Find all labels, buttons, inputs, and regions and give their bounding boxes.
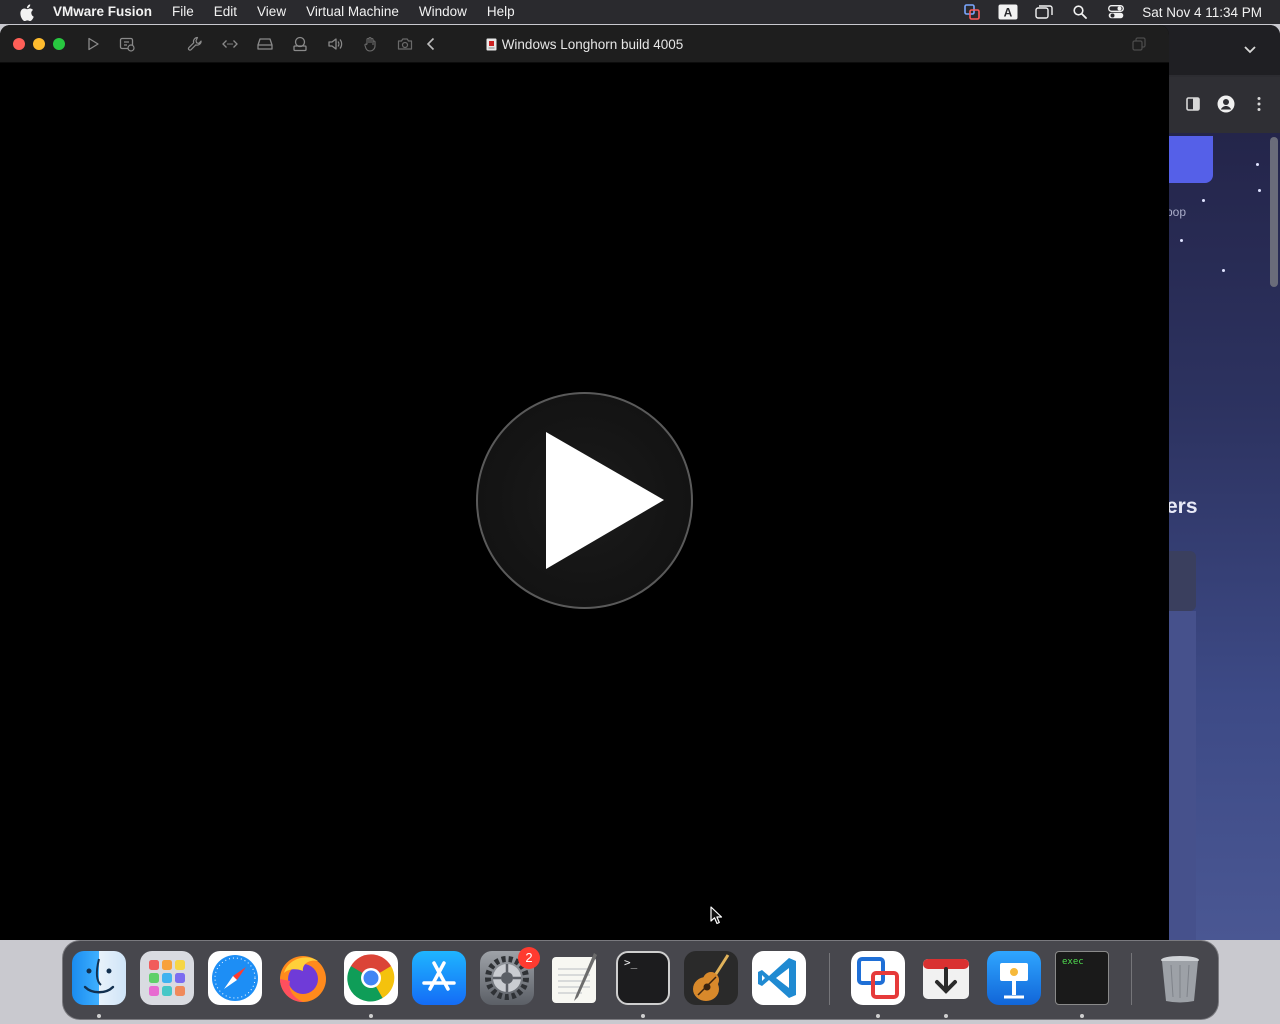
page-heading-fragment: ers — [1166, 495, 1198, 518]
garageband-icon[interactable] — [684, 951, 738, 1005]
vmware-status-icon[interactable] — [961, 3, 983, 21]
terminal-icon[interactable]: >_ — [616, 951, 670, 1005]
running-indicator — [641, 1014, 645, 1018]
sidebar-panel-icon[interactable] — [1184, 95, 1202, 113]
large-play-button[interactable] — [476, 392, 693, 609]
window-fullscreen-button[interactable] — [53, 38, 65, 50]
menu-virtual-machine[interactable]: Virtual Machine — [296, 0, 409, 24]
menu-view[interactable]: View — [247, 0, 296, 24]
status-area: A Sat Nov 4 11:34 PM — [954, 0, 1262, 24]
vmware-fusion-icon[interactable] — [851, 951, 905, 1005]
spotlight-search-icon[interactable] — [1069, 3, 1091, 21]
input-source-letter: A — [1004, 6, 1013, 20]
disk-icon[interactable] — [256, 35, 274, 53]
page-text-fragment-small: pop — [1166, 205, 1187, 219]
window-close-button[interactable] — [13, 38, 25, 50]
running-indicator — [1080, 1014, 1084, 1018]
tab-list-chevron-icon[interactable] — [1242, 41, 1258, 57]
textedit-icon[interactable] — [548, 951, 602, 1005]
notification-badge: 2 — [518, 947, 540, 969]
dock-separator — [1131, 953, 1132, 1005]
menu-app-name[interactable]: VMware Fusion — [49, 0, 162, 24]
safari-icon[interactable] — [208, 951, 262, 1005]
finder-icon[interactable] — [72, 951, 126, 1005]
code-arrows-icon[interactable] — [221, 35, 239, 53]
snapshot-icon[interactable] — [118, 35, 136, 53]
app-store-icon[interactable] — [412, 951, 466, 1005]
chrome-icon[interactable] — [344, 951, 398, 1005]
vmware-fusion-window: Windows Longhorn build 4005 — [0, 25, 1169, 940]
input-source-a-icon[interactable]: A — [997, 3, 1019, 21]
dock-separator — [829, 953, 830, 1005]
background-star — [1258, 189, 1261, 192]
menu-help[interactable]: Help — [477, 0, 525, 24]
vm-document-icon — [486, 38, 497, 50]
menu-clock[interactable]: Sat Nov 4 11:34 PM — [1142, 5, 1262, 20]
vm-titlebar: Windows Longhorn build 4005 — [0, 25, 1169, 63]
firefox-icon[interactable] — [276, 951, 330, 1005]
control-center-icon[interactable] — [1105, 3, 1127, 21]
running-indicator — [369, 1014, 373, 1018]
printer-icon[interactable] — [291, 35, 309, 53]
menu-bar: VMware Fusion File Edit View Virtual Mac… — [0, 0, 1280, 24]
profile-icon[interactable] — [1217, 95, 1235, 113]
vm-title-text: Windows Longhorn build 4005 — [501, 36, 684, 52]
background-star — [1256, 163, 1259, 166]
browser-scrollbar[interactable] — [1270, 137, 1278, 287]
camera-icon[interactable] — [396, 35, 414, 53]
large-play-icon — [546, 432, 664, 569]
volume-icon[interactable] — [326, 35, 344, 53]
vm-display-area[interactable] — [0, 63, 1169, 940]
running-indicator — [97, 1014, 101, 1018]
vscode-icon[interactable] — [752, 951, 806, 1005]
trash-icon[interactable] — [1153, 951, 1207, 1005]
back-chevron-icon[interactable] — [422, 35, 440, 53]
downloader-icon[interactable] — [919, 951, 973, 1005]
launchpad-icon[interactable] — [140, 951, 194, 1005]
hand-drag-icon[interactable] — [361, 35, 379, 53]
exec-terminal-icon[interactable]: exec — [1055, 951, 1109, 1005]
keynote-icon[interactable] — [987, 951, 1041, 1005]
menu-edit[interactable]: Edit — [204, 0, 247, 24]
terminal-prompt-text: >_ — [624, 956, 638, 969]
dock: 2 >_ exec — [62, 940, 1219, 1020]
running-indicator — [944, 1014, 948, 1018]
background-star — [1180, 239, 1183, 242]
background-star — [1222, 269, 1225, 272]
window-minimize-button[interactable] — [33, 38, 45, 50]
exec-label: exec — [1062, 957, 1084, 967]
running-indicator — [876, 1014, 880, 1018]
menu-window[interactable]: Window — [409, 0, 477, 24]
mouse-pointer-icon — [710, 906, 723, 925]
window-overlap-icon[interactable] — [1033, 3, 1055, 21]
play-icon[interactable] — [84, 35, 102, 53]
window-overlap-button-icon[interactable] — [1131, 36, 1147, 52]
browser-menu-icon[interactable] — [1250, 95, 1268, 113]
settings-wrench-icon[interactable] — [186, 35, 204, 53]
apple-logo-icon[interactable] — [16, 2, 36, 22]
menu-file[interactable]: File — [162, 0, 204, 24]
vm-window-title: Windows Longhorn build 4005 — [0, 25, 1169, 63]
background-star — [1202, 199, 1205, 202]
